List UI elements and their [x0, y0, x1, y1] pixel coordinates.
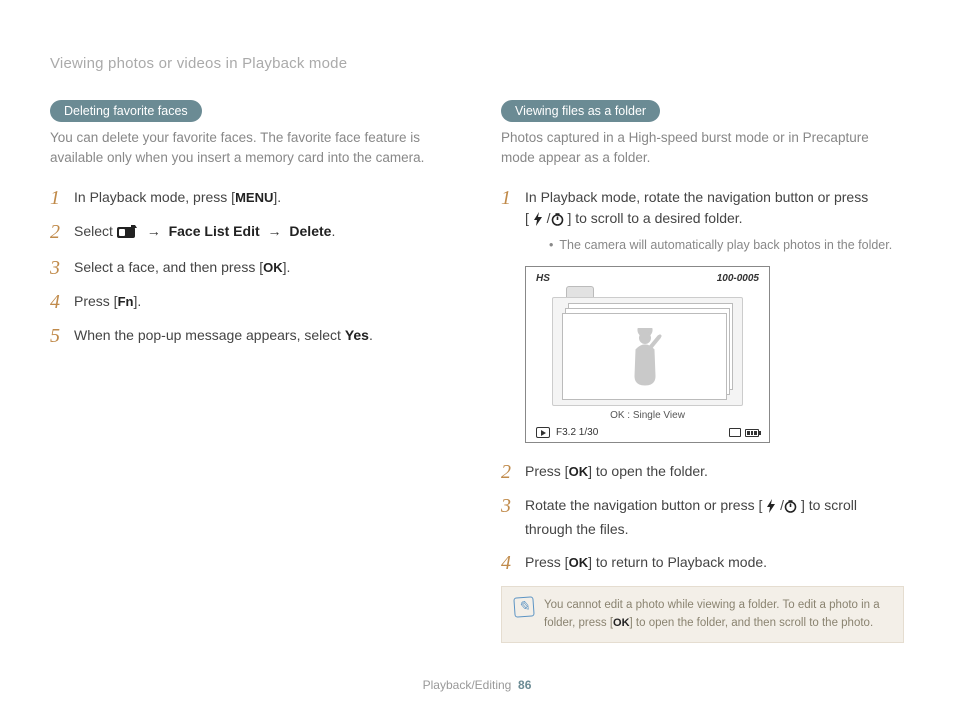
fn-button-label: Fn — [118, 294, 134, 309]
lead-text: You can delete your favorite faces. The … — [50, 128, 453, 169]
face-list-edit-label: Face List Edit — [169, 223, 260, 239]
camera-screen-illustration: HS 100-0005 — [525, 266, 770, 443]
person-silhouette-icon — [624, 328, 666, 386]
right-column: Viewing files as a folder Photos capture… — [501, 100, 904, 643]
battery-icon — [745, 429, 759, 437]
arrow-icon: → — [264, 223, 286, 239]
steps-right: 1 In Playback mode, rotate the navigatio… — [501, 187, 904, 255]
step-4: 4 Press [OK] to return to Playback mode. — [501, 552, 904, 574]
step-body: In Playback mode, rotate the navigation … — [525, 187, 904, 255]
arrow-icon: → — [143, 223, 165, 239]
step-number: 1 — [501, 187, 515, 209]
step-3: 3 Rotate the navigation button or press … — [501, 495, 904, 540]
step-number: 3 — [50, 257, 64, 279]
flash-icon — [533, 211, 543, 232]
page-number: 86 — [518, 678, 531, 692]
page-header: Viewing photos or videos in Playback mod… — [50, 55, 904, 72]
step-number: 2 — [501, 461, 515, 483]
ok-button-label: OK — [569, 555, 589, 570]
step-2: 2 Press [OK] to open the folder. — [501, 461, 904, 483]
step-body: Press [Fn]. — [74, 291, 453, 312]
manual-page: Viewing photos or videos in Playback mod… — [0, 0, 954, 720]
ok-button-label: OK — [263, 260, 283, 275]
step-body: Select a face, and then press [OK]. — [74, 257, 453, 278]
screen-caption: OK : Single View — [534, 410, 761, 421]
step-number: 1 — [50, 187, 64, 209]
steps-right-2: 2 Press [OK] to open the folder. 3 Rotat… — [501, 461, 904, 574]
camera-icon — [117, 224, 139, 245]
two-column-layout: Deleting favorite faces You can delete y… — [50, 100, 904, 643]
note-box: ✎ You cannot edit a photo while viewing … — [501, 586, 904, 643]
step-2: 2 Select → Face List Edit → Delete. — [50, 221, 453, 245]
step-number: 4 — [501, 552, 515, 574]
step-number: 3 — [501, 495, 515, 517]
note-icon: ✎ — [513, 597, 534, 618]
step-1: 1 In Playback mode, press [MENU]. — [50, 187, 453, 209]
file-counter: 100-0005 — [717, 273, 759, 284]
hs-badge: HS — [536, 273, 550, 284]
sub-bullet: The camera will automatically play back … — [549, 236, 904, 255]
ok-button-label: OK — [613, 617, 630, 629]
lead-text: Photos captured in a High-speed burst mo… — [501, 128, 904, 169]
note-text: You cannot edit a photo while viewing a … — [544, 597, 891, 632]
section-pill-viewing: Viewing files as a folder — [501, 100, 660, 122]
timer-icon — [784, 498, 797, 519]
section-name: Playback/Editing — [423, 678, 512, 692]
left-column: Deleting favorite faces You can delete y… — [50, 100, 453, 643]
play-icon — [536, 427, 550, 438]
step-body: In Playback mode, press [MENU]. — [74, 187, 453, 208]
section-pill-deleting: Deleting favorite faces — [50, 100, 202, 122]
step-number: 4 — [50, 291, 64, 313]
step-4: 4 Press [Fn]. — [50, 291, 453, 313]
step-number: 5 — [50, 325, 64, 347]
step-number: 2 — [50, 221, 64, 243]
yes-label: Yes — [345, 327, 369, 343]
flash-icon — [766, 498, 776, 519]
step-5: 5 When the pop-up message appears, selec… — [50, 325, 453, 347]
step-body: When the pop-up message appears, select … — [74, 325, 453, 346]
delete-label: Delete — [289, 223, 331, 239]
step-body: Select → Face List Edit → Delete. — [74, 221, 453, 245]
step-body: Press [OK] to open the folder. — [525, 461, 904, 482]
folder-graphic — [552, 286, 743, 406]
page-footer: Playback/Editing 86 — [0, 678, 954, 692]
step-3: 3 Select a face, and then press [OK]. — [50, 257, 453, 279]
step-body: Rotate the navigation button or press [ … — [525, 495, 904, 540]
steps-left: 1 In Playback mode, press [MENU]. 2 Sele… — [50, 187, 453, 347]
step-1: 1 In Playback mode, rotate the navigatio… — [501, 187, 904, 255]
step-body: Press [OK] to return to Playback mode. — [525, 552, 904, 573]
card-icon — [729, 428, 741, 437]
exposure-readout: F3.2 1/30 — [556, 427, 598, 438]
menu-button-label: MENU — [235, 190, 273, 205]
timer-icon — [551, 211, 564, 232]
ok-button-label: OK — [569, 464, 589, 479]
